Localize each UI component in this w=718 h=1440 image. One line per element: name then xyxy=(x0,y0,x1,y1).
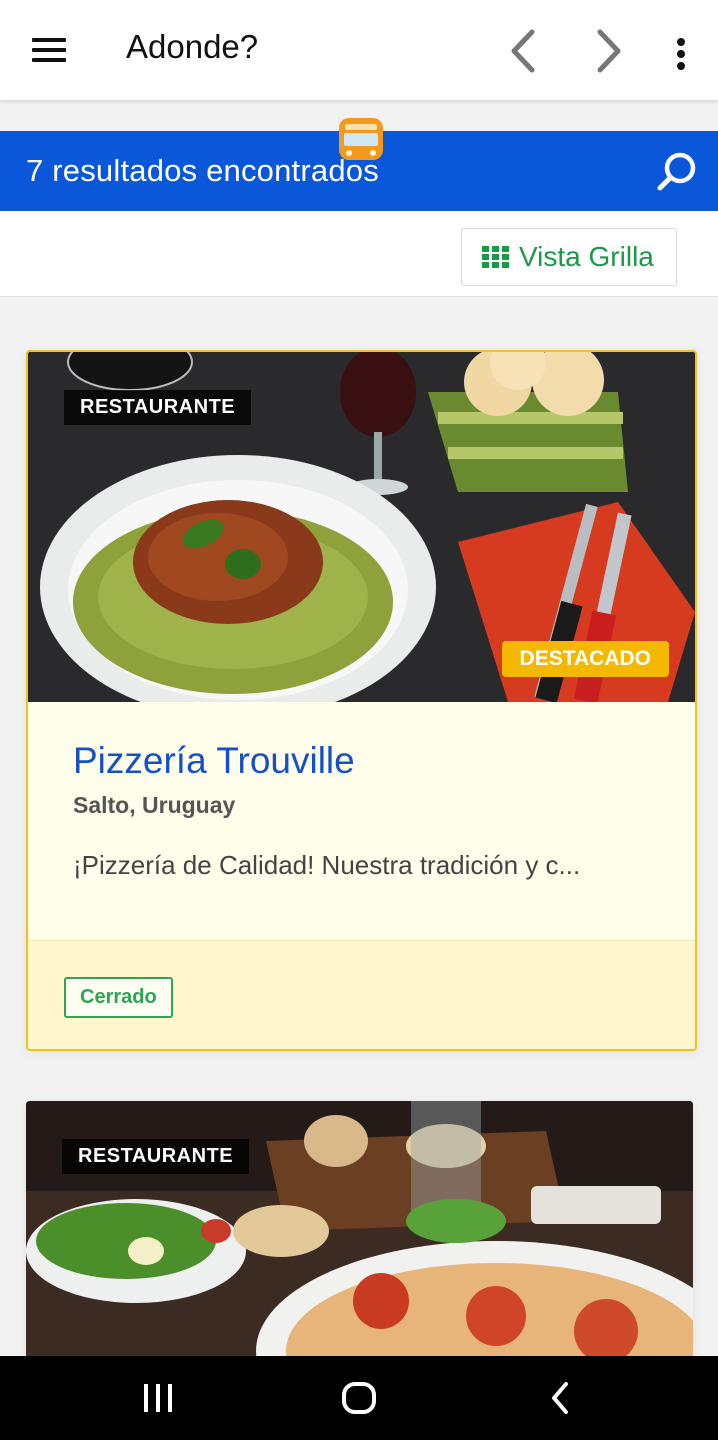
results-count: 7 resultados encontrados xyxy=(26,153,379,188)
home-icon[interactable] xyxy=(340,1378,378,1418)
grid-view-button[interactable]: Vista Grilla xyxy=(461,228,677,286)
back-icon[interactable] xyxy=(546,1378,576,1418)
card-footer: Cerrado xyxy=(28,940,695,1049)
listing-description: ¡Pizzería de Calidad! Nuestra tradición … xyxy=(73,850,581,880)
app-bar: Adonde? xyxy=(0,0,718,100)
bus-icon xyxy=(339,118,383,160)
category-badge: RESTAURANTE xyxy=(62,1139,250,1174)
featured-badge: DESTACADO xyxy=(501,641,669,677)
listing-card[interactable]: RESTAURANTE DESTACADO Pizzería Trouville… xyxy=(26,350,697,1051)
listing-name[interactable]: Pizzería Trouville xyxy=(73,740,355,782)
pasta-dish-photo: RESTAURANTE DESTACADO xyxy=(28,352,695,702)
listing-location: Salto, Uruguay xyxy=(73,792,236,818)
system-nav-bar xyxy=(0,1356,718,1440)
status-badge: Cerrado xyxy=(64,977,173,1018)
menu-icon[interactable] xyxy=(30,30,70,70)
forward-arrow-icon[interactable] xyxy=(588,28,628,74)
more-vert-icon[interactable] xyxy=(666,32,696,72)
back-arrow-icon[interactable] xyxy=(504,28,544,74)
recent-apps-icon[interactable] xyxy=(142,1378,174,1418)
card-body: Pizzería Trouville Salto, Uruguay ¡Pizze… xyxy=(28,702,695,940)
search-icon[interactable] xyxy=(654,150,698,194)
grid-icon xyxy=(482,246,509,268)
grid-view-label: Vista Grilla xyxy=(519,241,654,272)
page-title: Adonde? xyxy=(126,28,259,65)
view-toggle-bar: Vista Grilla xyxy=(0,211,718,297)
category-badge: RESTAURANTE xyxy=(64,390,252,425)
